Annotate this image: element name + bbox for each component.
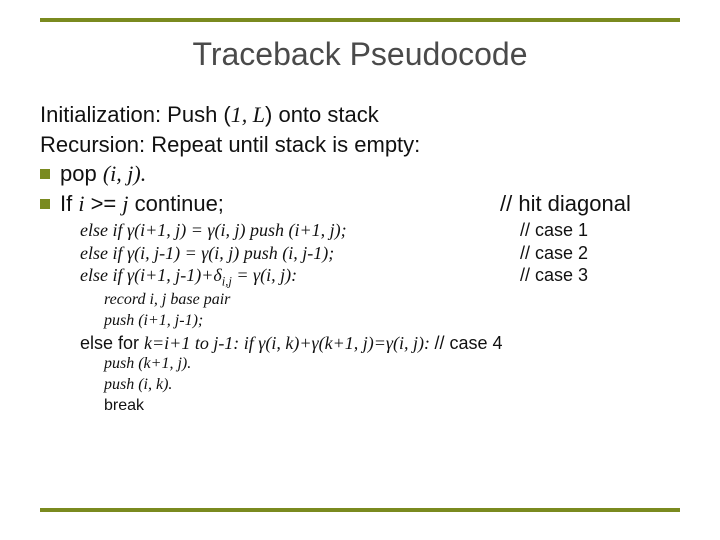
comment: // case 3 [520, 265, 588, 285]
text: k=i+1 to j-1: if γ(i, k)+γ(k+1, j)=γ(i, … [144, 333, 434, 353]
line-recursion: Recursion: Repeat until stack is empty: [40, 131, 680, 159]
push-k1: push (k+1, j). [104, 354, 680, 375]
break-line: break [104, 396, 680, 417]
text: If [60, 191, 78, 216]
text: >= [84, 191, 122, 216]
if-comment: // hit diagonal [500, 190, 680, 218]
text: else if γ(i+1, j) = γ(i, j) push (i+1, j… [80, 220, 347, 240]
text: Initialization: Push ( [40, 102, 231, 127]
case4: else for k=i+1 to j-1: if γ(i, k)+γ(k+1,… [80, 332, 680, 355]
text: ) onto stack [265, 102, 379, 127]
bullet-body: If i >= j continue; // hit diagonal [60, 190, 680, 218]
text: else if γ(i, j-1) = γ(i, j) push (i, j-1… [80, 243, 334, 263]
text: break [104, 397, 144, 414]
text: push (i, k). [104, 376, 172, 393]
bullet-pop: pop (i, j). [40, 160, 680, 188]
text: else for [80, 333, 144, 353]
subscript: i,j [222, 275, 232, 289]
case3: else if γ(i+1, j-1)+δi,j = γ(i, j): // c… [80, 264, 680, 290]
comment: // case 4 [434, 333, 502, 353]
line-init: Initialization: Push (1, L) onto stack [40, 101, 680, 129]
bullet-icon [40, 169, 50, 179]
slide-body: Initialization: Push (1, L) onto stack R… [40, 101, 680, 417]
push-line: push (i+1, j-1); [104, 311, 680, 332]
push-ik: push (i, k). [104, 375, 680, 396]
slide: Traceback Pseudocode Initialization: Pus… [0, 0, 720, 540]
text: push (i+1, j-1); [104, 312, 203, 329]
if-left: If i >= j continue; [60, 190, 500, 218]
record-line: record i, j base pair [104, 290, 680, 311]
comment: // case 1 [520, 220, 588, 240]
case2: else if γ(i, j-1) = γ(i, j) push (i, j-1… [80, 242, 680, 265]
comment: // hit diagonal [500, 190, 631, 218]
text: = γ(i, j): [232, 265, 297, 285]
case1: else if γ(i+1, j) = γ(i, j) push (i+1, j… [80, 219, 680, 242]
text: continue; [129, 191, 224, 216]
slide-title: Traceback Pseudocode [40, 36, 680, 73]
text: push (k+1, j). [104, 355, 191, 372]
text-ital: (i, j). [103, 161, 146, 186]
bullet-if: If i >= j continue; // hit diagonal [40, 190, 680, 218]
bullet-body: pop (i, j). [60, 160, 680, 188]
text-ital: 1, L [231, 102, 265, 127]
bullet-icon [40, 199, 50, 209]
comment: // case 2 [520, 243, 588, 263]
text: pop [60, 161, 103, 186]
text: else if γ(i+1, j-1)+δ [80, 265, 222, 285]
bottom-rule [40, 508, 680, 512]
text: record i, j base pair [104, 291, 230, 308]
top-rule [40, 18, 680, 22]
